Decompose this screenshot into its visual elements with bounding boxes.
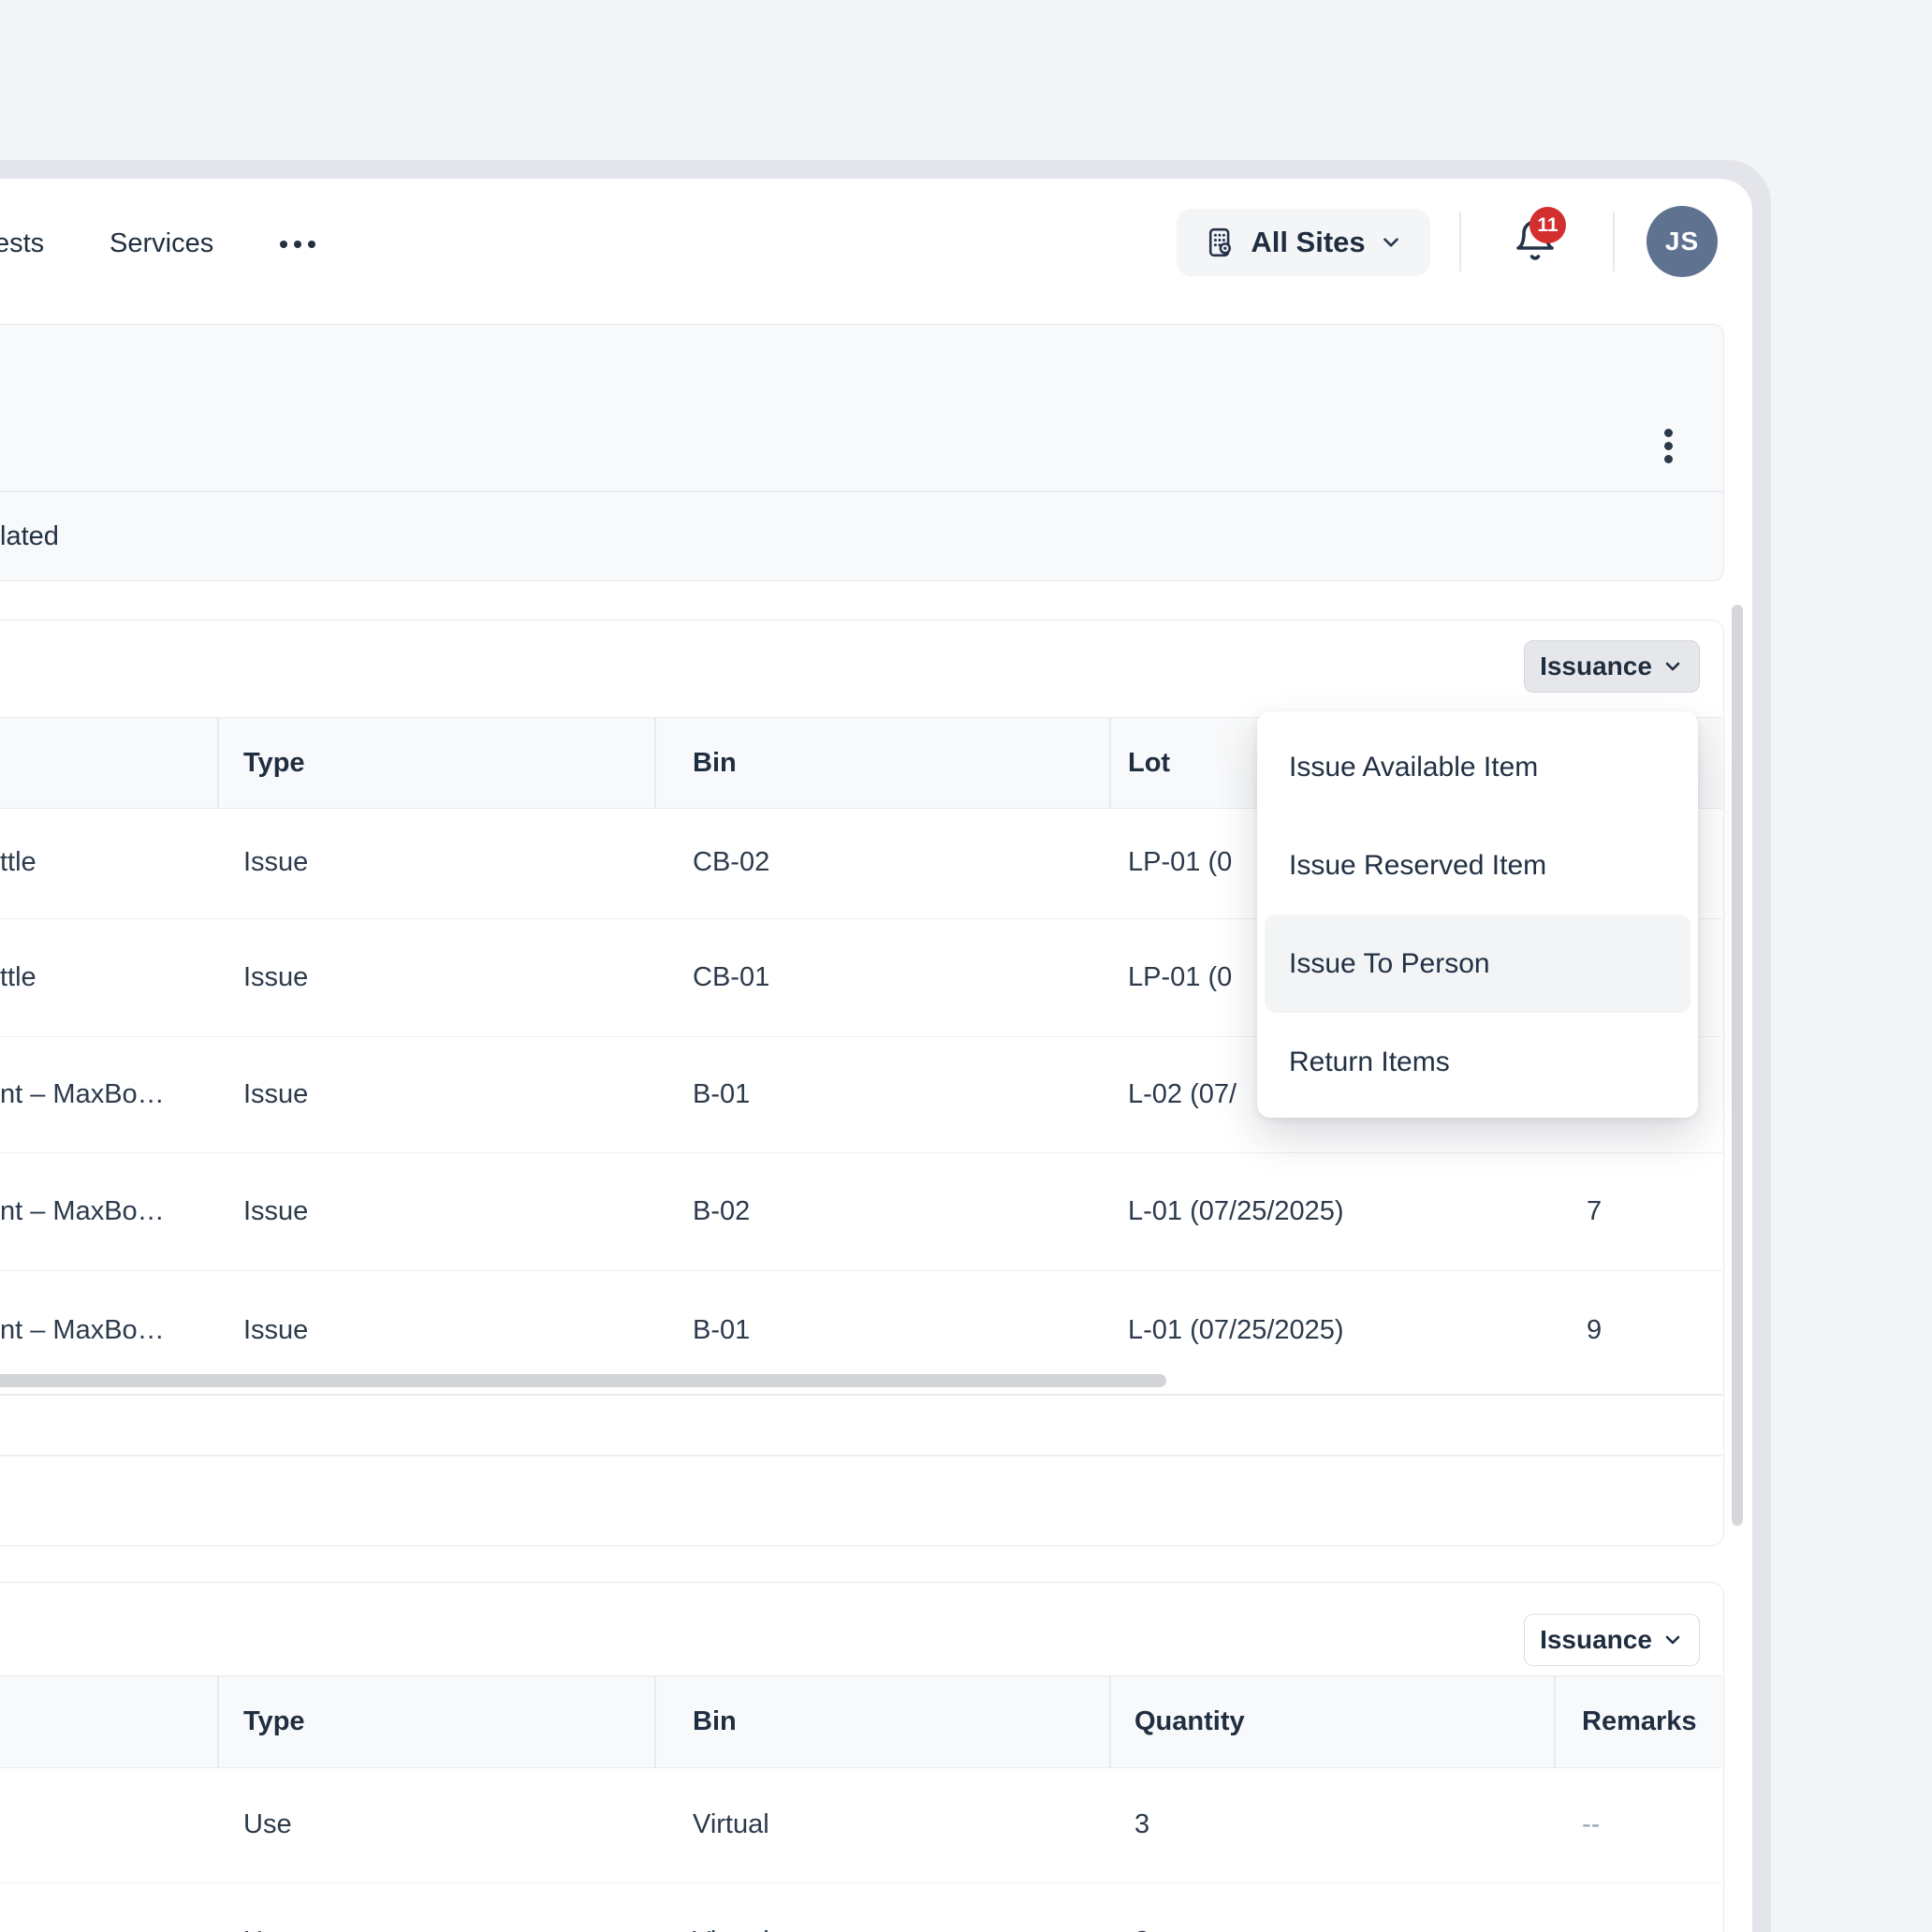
cell-qty: 3	[1134, 1766, 1149, 1882]
issuance-button-label: Issuance	[1540, 651, 1652, 681]
record-header-panel	[0, 324, 1724, 581]
issuance-dropdown-menu: Issue Available ItemIssue Reserved ItemI…	[1257, 711, 1698, 1118]
topbar-divider	[1613, 212, 1615, 271]
cell-bin: B-02	[693, 1153, 750, 1270]
column-separator	[217, 718, 219, 808]
column-header-bin: Bin	[693, 1676, 737, 1767]
cell-item: ttle	[0, 807, 37, 918]
tab-related-partial[interactable]: lated	[0, 521, 59, 552]
column-header-qty: Quantity	[1134, 1676, 1245, 1767]
cell-bin: B-01	[693, 1037, 750, 1152]
site-selector-button[interactable]: All Sites	[1177, 209, 1430, 276]
issuance-button-label: Issuance	[1540, 1625, 1652, 1655]
cell-qty: 9	[1587, 1271, 1602, 1390]
cell-item: nt – MaxBo…	[0, 1153, 165, 1270]
cell-type: Use	[243, 1766, 292, 1882]
cell-lot: L-01 (07/25/2025)	[1128, 1271, 1344, 1390]
vertical-scrollbar[interactable]	[1732, 605, 1743, 1526]
cell-item: nt – MaxBo…	[0, 1037, 165, 1152]
nav-item-services[interactable]: Services	[110, 227, 213, 260]
used-table-body: Use Virtual 3 -- Use Virtual 3	[0, 1766, 1722, 1932]
menu-item-issue-reserved-item[interactable]: Issue Reserved Item	[1265, 816, 1690, 915]
column-header-type: Type	[243, 1676, 305, 1767]
horizontal-scrollbar[interactable]	[0, 1374, 1166, 1387]
cell-lot: L-02 (07/	[1128, 1037, 1237, 1152]
cell-type: Issue	[243, 919, 308, 1036]
table-row[interactable]: Use Virtual 3 --	[0, 1766, 1722, 1883]
cell-type: Issue	[243, 1153, 308, 1270]
notification-badge: 11	[1530, 207, 1566, 243]
cell-bin: Virtual	[693, 1766, 769, 1882]
topbar-divider	[1459, 212, 1461, 271]
cell-qty: 3	[1134, 1883, 1149, 1932]
app-screen: ests Services All Sites	[0, 0, 1932, 1932]
menu-item-issue-to-person[interactable]: Issue To Person	[1265, 915, 1690, 1013]
cell-bin: CB-02	[693, 807, 769, 918]
building-location-icon	[1204, 226, 1237, 259]
user-avatar[interactable]: JS	[1647, 206, 1718, 277]
cell-type: Issue	[243, 1037, 308, 1152]
cell-bin: Virtual	[693, 1883, 769, 1932]
cell-item: ttle	[0, 919, 37, 1036]
cell-remarks: --	[1582, 1766, 1600, 1882]
menu-item-return-items[interactable]: Return Items	[1265, 1013, 1690, 1111]
menu-item-issue-available-item[interactable]: Issue Available Item	[1265, 718, 1690, 816]
table-row[interactable]: Use Virtual 3	[0, 1883, 1722, 1932]
table-bottom-border	[0, 1394, 1722, 1396]
table-row[interactable]: nt – MaxBo… Issue B-01 L-01 (07/25/2025) 9	[0, 1271, 1722, 1390]
nav-more-icon[interactable]	[280, 241, 315, 248]
cell-bin: CB-01	[693, 919, 769, 1036]
cell-lot: L-01 (07/25/2025)	[1128, 1153, 1344, 1270]
cell-qty: 7	[1587, 1153, 1602, 1270]
column-separator	[1109, 718, 1111, 808]
nav-item-partial[interactable]: ests	[0, 227, 44, 260]
column-separator	[654, 1676, 656, 1767]
chevron-down-icon	[1379, 230, 1403, 255]
cell-lot: LP-01 (0	[1128, 807, 1232, 918]
cell-type: Issue	[243, 807, 308, 918]
used-table-header: Type Bin Quantity Remarks	[0, 1676, 1722, 1768]
cell-bin: B-01	[693, 1271, 750, 1390]
more-actions-icon[interactable]	[1659, 423, 1678, 469]
cell-item: nt – MaxBo…	[0, 1271, 165, 1390]
column-header-bin: Bin	[693, 718, 737, 808]
issuance-button-issued[interactable]: Issuance	[1524, 640, 1700, 693]
cell-type: Use	[243, 1883, 292, 1932]
column-separator	[654, 718, 656, 808]
table-row[interactable]: nt – MaxBo… Issue B-02 L-01 (07/25/2025) 7	[0, 1153, 1722, 1271]
cell-lot: LP-01 (0	[1128, 919, 1232, 1036]
panel-divider	[0, 490, 1722, 492]
cell-type: Issue	[243, 1271, 308, 1390]
site-selector-label: All Sites	[1251, 226, 1365, 259]
column-header-type: Type	[243, 718, 305, 808]
column-separator	[1554, 1676, 1556, 1767]
column-header-remarks: Remarks	[1582, 1676, 1697, 1767]
issuance-button-used[interactable]: Issuance	[1524, 1614, 1700, 1666]
column-header-lot: Lot	[1128, 718, 1170, 808]
column-separator	[217, 1676, 219, 1767]
footer-divider	[0, 1455, 1722, 1456]
column-separator	[1109, 1676, 1111, 1767]
